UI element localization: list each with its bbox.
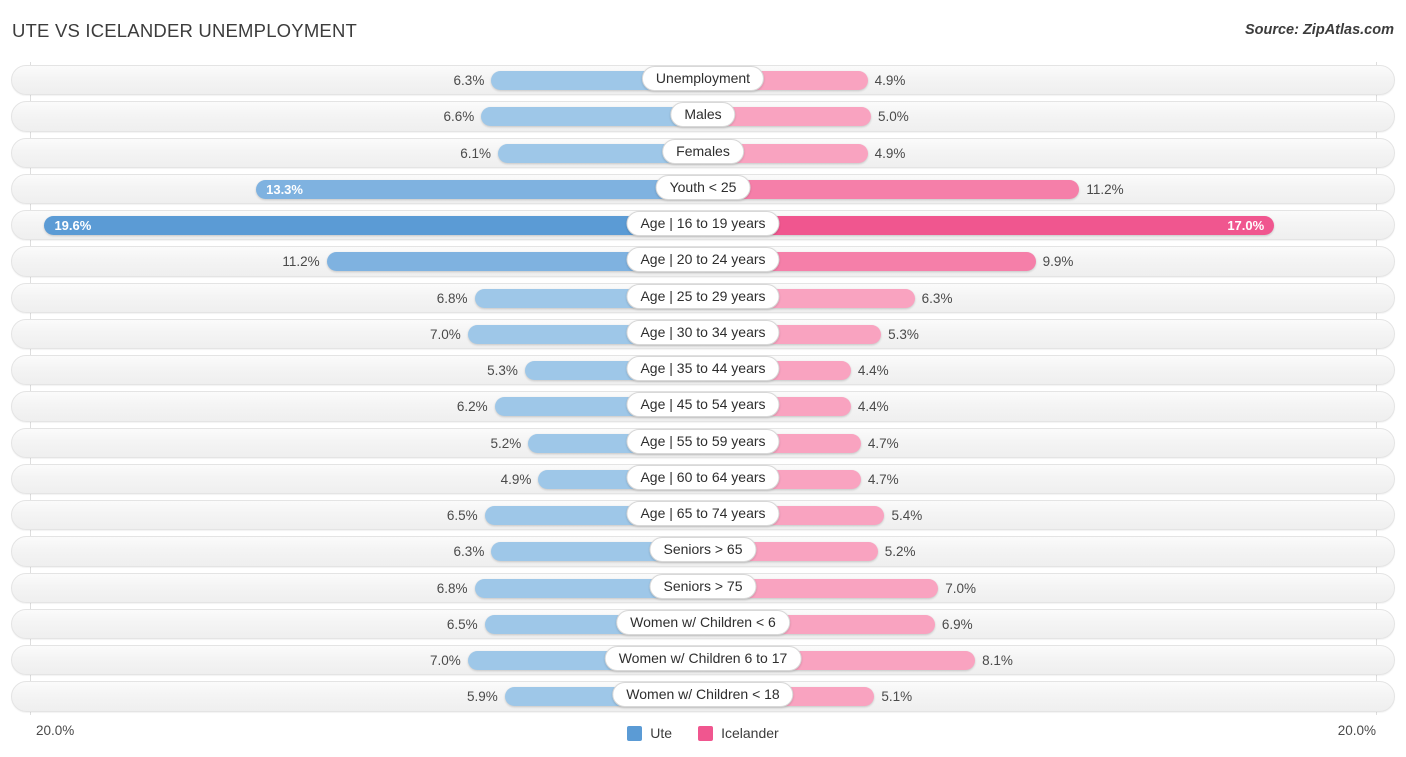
table-row[interactable]: 5.3% 4.4% Age | 35 to 44 years — [0, 352, 1406, 388]
category-label-pill: Age | 60 to 64 years — [626, 464, 780, 490]
category-label-pill: Women w/ Children < 18 — [612, 682, 794, 708]
bar-value-icelander: 7.0% — [945, 580, 976, 596]
table-row[interactable]: 6.2% 4.4% Age | 45 to 54 years — [0, 388, 1406, 424]
bar-value-ute: 7.0% — [430, 326, 461, 342]
bar-value-ute: 13.3% — [266, 181, 303, 197]
bar-value-icelander: 5.0% — [878, 109, 909, 125]
bar-value-ute: 6.6% — [443, 109, 475, 125]
bar-value-ute: 7.0% — [430, 653, 461, 668]
bar-value-ute: 5.9% — [466, 689, 498, 705]
bar-value-ute: 6.5% — [446, 508, 478, 523]
bar-value-ute: 6.3% — [453, 73, 485, 88]
bar-value-icelander: 4.4% — [857, 363, 889, 378]
bar-value-ute: 6.8% — [436, 580, 468, 596]
category-label-pill: Males — [670, 102, 736, 128]
bar-value-icelander: 5.3% — [888, 326, 919, 342]
category-label-pill: Age | 20 to 24 years — [626, 247, 780, 273]
bar-value-ute: 6.3% — [453, 544, 485, 560]
chart-legend: Ute Icelander — [0, 725, 1406, 741]
bar-value-icelander: 4.7% — [867, 471, 899, 487]
table-row[interactable]: 13.3% 11.2% Youth < 25 — [0, 171, 1406, 207]
category-label-pill: Seniors > 75 — [649, 573, 757, 599]
category-label-pill: Age | 30 to 34 years — [626, 319, 780, 345]
table-row[interactable]: 5.2% 4.7% Age | 55 to 59 years — [0, 425, 1406, 461]
table-row[interactable]: 7.0% 5.3% Age | 30 to 34 years — [0, 316, 1406, 352]
table-row[interactable]: 6.8% 7.0% Seniors > 75 — [0, 570, 1406, 606]
legend-label: Icelander — [721, 725, 779, 741]
category-label-pill: Age | 65 to 74 years — [626, 501, 780, 526]
table-row[interactable]: 6.3% 4.9% Unemployment — [0, 62, 1406, 98]
bar-value-icelander: 5.2% — [884, 544, 916, 560]
bar-value-ute: 5.2% — [490, 435, 522, 451]
bar-value-ute: 19.6% — [54, 218, 92, 233]
category-label-pill: Women w/ Children 6 to 17 — [604, 646, 802, 671]
legend-label: Ute — [650, 725, 673, 741]
table-row[interactable]: 6.5% 5.4% Age | 65 to 74 years — [0, 497, 1406, 533]
category-label-pill: Females — [662, 138, 744, 164]
category-label-pill: Age | 35 to 44 years — [626, 356, 780, 381]
bar-value-ute: 5.3% — [487, 363, 518, 378]
category-label-pill: Youth < 25 — [655, 174, 751, 200]
table-row[interactable]: 5.9% 5.1% Women w/ Children < 18 — [0, 678, 1406, 714]
bar-icelander[interactable] — [703, 179, 1080, 199]
bar-value-ute: 6.2% — [456, 399, 488, 415]
source-attribution: Source: ZipAtlas.com — [1244, 22, 1394, 38]
bar-value-icelander: 4.4% — [857, 399, 889, 415]
bar-rows-container: 6.3% 4.9% Unemployment 6.6% 5.0% Males 6.1% 4.9… — [0, 62, 1406, 715]
table-row[interactable]: 6.5% 6.9% Women w/ Children < 6 — [0, 606, 1406, 642]
category-label-pill: Age | 55 to 59 years — [626, 428, 780, 454]
bar-value-icelander: 11.2% — [1086, 181, 1124, 197]
chart-plot-area: 6.3% 4.9% Unemployment 6.6% 5.0% Males 6.1% 4.9… — [0, 62, 1406, 715]
page-title: UTE VS ICELANDER UNEMPLOYMENT — [12, 20, 358, 41]
bar-value-icelander: 4.9% — [874, 145, 906, 161]
table-row[interactable]: 6.3% 5.2% Seniors > 65 — [0, 533, 1406, 569]
bar-value-ute: 6.5% — [446, 616, 478, 632]
bar-value-icelander: 4.7% — [867, 435, 899, 451]
category-label-pill: Age | 45 to 54 years — [626, 392, 780, 418]
bar-value-icelander: 17.0% — [1227, 218, 1265, 233]
table-row[interactable]: 7.0% 8.1% Women w/ Children 6 to 17 — [0, 642, 1406, 678]
bar-value-ute: 11.2% — [282, 254, 320, 270]
table-row[interactable]: 4.9% 4.7% Age | 60 to 64 years — [0, 461, 1406, 497]
chart-footer: 20.0% 20.0% Ute Icelander — [0, 715, 1406, 757]
legend-item[interactable]: Ute — [627, 725, 672, 741]
category-label-pill: Age | 25 to 29 years — [626, 283, 780, 309]
bar-value-icelander: 8.1% — [982, 653, 1013, 668]
legend-item[interactable]: Icelander — [698, 725, 779, 741]
category-label-pill: Women w/ Children < 6 — [616, 609, 790, 635]
bar-value-ute: 6.8% — [436, 290, 468, 306]
category-label-pill: Seniors > 65 — [649, 537, 757, 563]
category-label-pill: Age | 16 to 19 years — [626, 211, 780, 236]
table-row[interactable]: 11.2% 9.9% Age | 20 to 24 years — [0, 243, 1406, 279]
table-row[interactable]: 6.1% 4.9% Females — [0, 135, 1406, 171]
table-row[interactable]: 6.6% 5.0% Males — [0, 98, 1406, 134]
bar-value-icelander: 6.9% — [941, 616, 973, 632]
table-row[interactable]: 6.8% 6.3% Age | 25 to 29 years — [0, 280, 1406, 316]
bar-value-icelander: 4.9% — [874, 73, 906, 88]
table-row[interactable]: 19.6% 17.0% Age | 16 to 19 years — [0, 207, 1406, 243]
bar-value-ute: 4.9% — [500, 471, 532, 487]
bar-value-icelander: 9.9% — [1042, 254, 1074, 270]
legend-swatch-icon — [698, 725, 714, 741]
category-label-pill: Unemployment — [641, 66, 765, 91]
bar-value-icelander: 5.1% — [881, 689, 913, 705]
bar-value-ute: 6.1% — [460, 145, 492, 161]
bar-value-icelander: 5.4% — [891, 508, 923, 523]
bar-value-icelander: 6.3% — [921, 290, 953, 306]
legend-swatch-icon — [627, 725, 643, 741]
chart-header: UTE VS ICELANDER UNEMPLOYMENT Source: Zi… — [0, 0, 1406, 60]
